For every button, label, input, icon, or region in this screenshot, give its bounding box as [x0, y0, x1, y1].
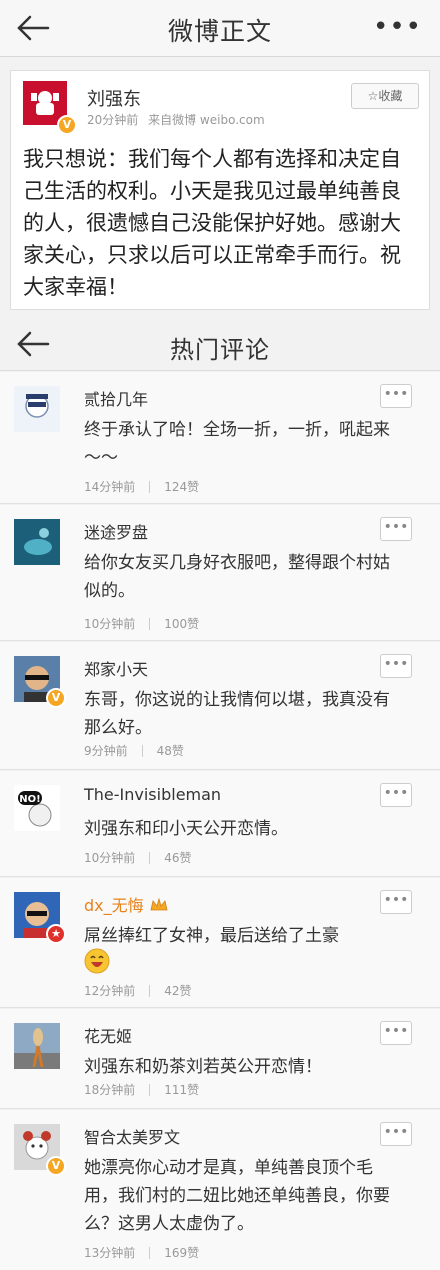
comment-meta: 14分钟前 124赞	[84, 478, 199, 495]
top-navigation-bar: 微博正文 •••	[0, 0, 440, 57]
hot-comments-bar: 热门评论	[0, 318, 440, 371]
comment-user-name[interactable]: The-Invisibleman	[84, 785, 221, 804]
comment-time: 18分钟前	[84, 1083, 136, 1097]
comment-likes[interactable]: 111赞	[164, 1083, 199, 1097]
svg-text:NO!: NO!	[19, 794, 40, 805]
comment-text: 刘强东和印小天公开恋情。	[84, 819, 288, 839]
comment-user-name[interactable]: 贰拾几年	[84, 386, 148, 410]
favorite-button[interactable]: ☆收藏	[351, 83, 419, 109]
comment-meta: 18分钟前 111赞	[84, 1081, 199, 1098]
divider	[149, 618, 151, 630]
comment-more-button[interactable]: •••	[380, 384, 412, 408]
comment-likes[interactable]: 124赞	[164, 480, 199, 494]
comment-time: 10分钟前	[84, 617, 136, 631]
comment-text: 她漂亮你心动才是真，单纯善良顶个毛用，我们村的二妞比她还单纯善良，你要么？这男人…	[84, 1158, 390, 1234]
comment-text: 终于承认了哈！全场一折，一折，吼起来～～	[84, 420, 390, 468]
comment-time: 9分钟前	[84, 744, 128, 758]
verified-badge-icon: V	[46, 1156, 66, 1176]
more-options-icon[interactable]: •••	[373, 14, 422, 40]
post-source: 来自微博 weibo.com	[148, 113, 265, 127]
comment-item: NO! The-Invisibleman ••• 刘强东和印小天公开恋情。 10…	[0, 771, 440, 877]
star-icon: ☆	[367, 89, 379, 103]
hot-comments-title: 热门评论	[170, 336, 270, 364]
comment-time: 13分钟前	[84, 1246, 136, 1260]
laughing-emoji-icon	[84, 948, 110, 974]
user-avatar[interactable]	[14, 1023, 60, 1069]
comment-meta: 10分钟前 46赞	[84, 849, 192, 866]
comment-user-name[interactable]: dx_无悔	[84, 892, 168, 916]
comment-item: V 郑家小天 ••• 东哥，你这说的让我情何以堪，我真没有那么好。 9分钟前 48…	[0, 642, 440, 770]
member-badge-icon: ★	[46, 924, 66, 944]
comment-item: V 智合太美罗文 ••• 她漂亮你心动才是真，单纯善良顶个毛用，我们村的二妞比她…	[0, 1110, 440, 1270]
comment-meta: 9分钟前 48赞	[84, 742, 184, 759]
comment-more-button[interactable]: •••	[380, 517, 412, 541]
divider	[149, 852, 151, 864]
post-card: V 刘强东 20分钟前 来自微博 weibo.com ☆收藏 我只想说：我们每个…	[10, 70, 430, 310]
comment-user-name[interactable]: 花无姬	[84, 1023, 132, 1047]
comment-item: 贰拾几年 ••• 终于承认了哈！全场一折，一折，吼起来～～ 14分钟前 124赞	[0, 372, 440, 504]
comment-item: 迷途罗盘 ••• 给你女友买几身好衣服吧，整得跟个村姑似的。 10分钟前 100赞	[0, 505, 440, 641]
comment-text: 东哥，你这说的让我情何以堪，我真没有那么好。	[84, 690, 390, 738]
post-author-name[interactable]: 刘强东	[87, 85, 141, 111]
comment-item: ★ dx_无悔 ••• 屌丝捧红了女神，最后送给了土豪 12分钟前 42赞	[0, 878, 440, 1008]
verified-badge-icon: V	[57, 115, 77, 135]
comment-more-button[interactable]: •••	[380, 654, 412, 678]
comment-time: 12分钟前	[84, 984, 136, 998]
divider	[149, 1084, 151, 1096]
comment-likes[interactable]: 169赞	[164, 1246, 199, 1260]
post-meta: 20分钟前 来自微博 weibo.com	[87, 111, 265, 128]
favorite-label: 收藏	[378, 89, 403, 103]
divider	[149, 985, 151, 997]
comment-text: 给你女友买几身好衣服吧，整得跟个村姑似的。	[84, 553, 390, 601]
comment-time: 10分钟前	[84, 851, 136, 865]
post-time: 20分钟前	[87, 113, 139, 127]
comment-more-button[interactable]: •••	[380, 1122, 412, 1146]
user-avatar[interactable]	[14, 519, 60, 565]
divider	[149, 481, 151, 493]
comment-text: 刘强东和奶茶刘若英公开恋情！	[84, 1057, 322, 1077]
comment-more-button[interactable]: •••	[380, 783, 412, 807]
user-avatar[interactable]	[14, 386, 60, 432]
comment-user-name[interactable]: 智合太美罗文	[84, 1124, 180, 1148]
comment-likes[interactable]: 100赞	[164, 617, 199, 631]
comment-more-button[interactable]: •••	[380, 1021, 412, 1045]
comment-time: 14分钟前	[84, 480, 136, 494]
divider	[149, 1247, 151, 1259]
comment-likes[interactable]: 48赞	[157, 744, 184, 758]
divider	[141, 745, 143, 757]
user-avatar[interactable]: NO!	[14, 785, 60, 831]
crown-icon	[150, 898, 168, 911]
comment-meta: 13分钟前 169赞	[84, 1244, 199, 1261]
vip-user-name: dx_无悔	[84, 896, 144, 915]
comment-item: 花无姬 ••• 刘强东和奶茶刘若英公开恋情！ 18分钟前 111赞	[0, 1009, 440, 1109]
comment-meta: 10分钟前 100赞	[84, 615, 199, 632]
comment-meta: 12分钟前 42赞	[84, 982, 192, 999]
comment-likes[interactable]: 46赞	[164, 851, 191, 865]
verified-badge-icon: V	[46, 688, 66, 708]
comment-more-button[interactable]: •••	[380, 890, 412, 914]
post-text: 我只想说：我们每个人都有选择和决定自己生活的权利。小天是我见过最单纯善良的人，很…	[23, 147, 401, 299]
comment-user-name[interactable]: 郑家小天	[84, 656, 148, 680]
comment-text: 屌丝捧红了女神，最后送给了土豪	[84, 926, 339, 946]
comment-user-name[interactable]: 迷途罗盘	[84, 519, 148, 543]
comment-likes[interactable]: 42赞	[164, 984, 191, 998]
